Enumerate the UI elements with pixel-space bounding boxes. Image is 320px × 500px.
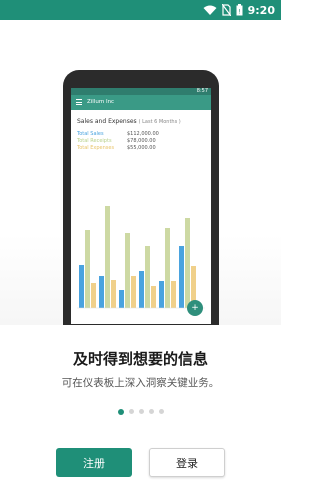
phone-app-title: Zillum Inc xyxy=(87,99,115,105)
legend-label-expenses: Total Expenses xyxy=(77,145,115,151)
wifi-icon xyxy=(203,5,217,15)
legend-label-sales: Total Sales xyxy=(77,131,104,137)
legend-label-receipts: Total Receipts xyxy=(77,138,112,144)
report-period: ( Last 6 Months ) xyxy=(138,119,181,125)
page-dot-5[interactable] xyxy=(158,409,164,414)
onboarding-subline: 可在仪表板上深入洞察关键业务。 xyxy=(61,377,220,389)
page-dot-4[interactable] xyxy=(148,409,154,414)
battery-icon: ! xyxy=(236,4,243,16)
chart-bars xyxy=(79,206,196,308)
phone-clock: 8:57 xyxy=(196,88,208,94)
legend-value-receipts: $78,000.00 xyxy=(127,138,156,144)
report-title: Sales and Expenses xyxy=(77,118,137,125)
hamburger-icon xyxy=(76,99,82,105)
phone-status-bar: 8:57 xyxy=(71,88,211,95)
phone-mockup: 8:57 Zillum Inc Sales and Expenses ( Las… xyxy=(63,70,219,325)
page-dot-3[interactable] xyxy=(138,409,144,414)
register-button[interactable]: 注册 xyxy=(56,448,132,477)
svg-text:!: ! xyxy=(238,9,240,16)
add-fab-icon: + xyxy=(187,300,203,316)
hero-illustration: 8:57 Zillum Inc Sales and Expenses ( Las… xyxy=(0,20,281,325)
page-indicator xyxy=(0,408,281,415)
page-dot-1[interactable] xyxy=(117,408,124,415)
bar-chart-illustration xyxy=(77,206,205,309)
login-button[interactable]: 登录 xyxy=(149,448,225,477)
report-legend: Total Sales $112,000.00 Total Receipts $… xyxy=(77,131,205,151)
page-dot-2[interactable] xyxy=(128,409,134,414)
no-sim-icon xyxy=(221,4,231,16)
onboarding-screen: ! 9:20 8:57 Zillum Inc Sales and Expense… xyxy=(0,0,281,500)
clock: 9:20 xyxy=(247,3,275,17)
legend-value-sales: $112,000.00 xyxy=(127,131,159,137)
legend-value-expenses: $55,000.00 xyxy=(127,145,156,151)
onboarding-headline: 及时得到想要的信息 xyxy=(72,350,208,368)
phone-screen: 8:57 Zillum Inc Sales and Expenses ( Las… xyxy=(71,88,211,324)
status-bar: ! 9:20 xyxy=(0,0,281,20)
report-heading: Sales and Expenses ( Last 6 Months ) xyxy=(77,118,205,125)
phone-app-bar: Zillum Inc xyxy=(71,95,211,110)
